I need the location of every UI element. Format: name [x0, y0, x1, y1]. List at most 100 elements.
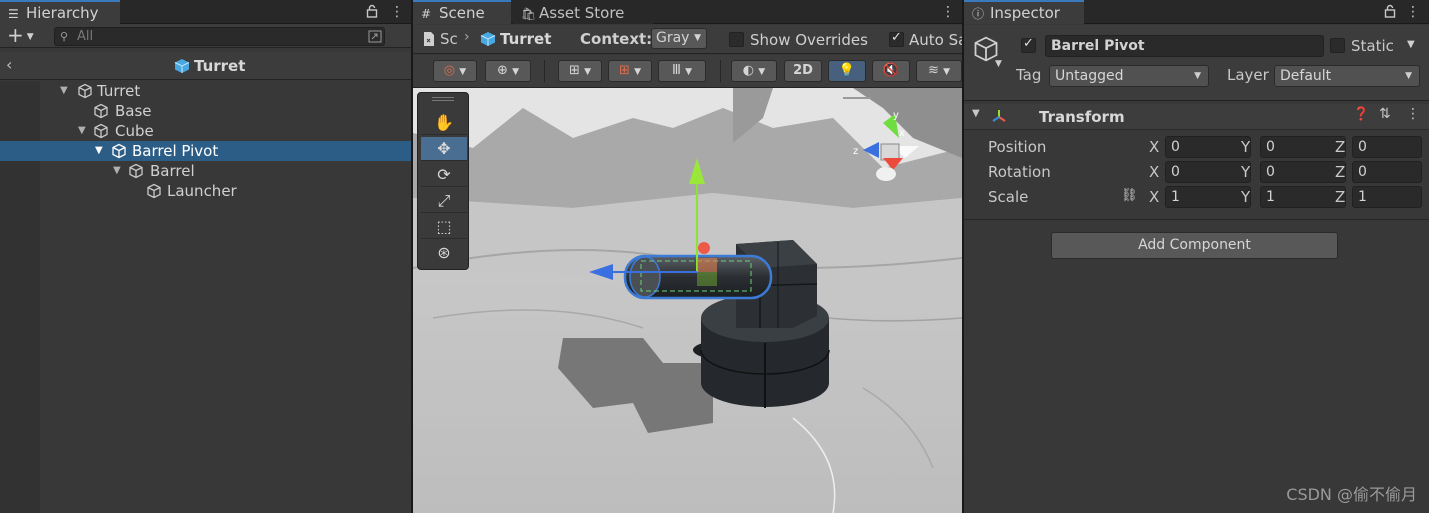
layer-label: Layer — [1227, 66, 1269, 84]
auto-save-checkbox[interactable] — [889, 30, 904, 47]
effects-dropdown[interactable]: ≋ ▼ — [916, 60, 962, 82]
shopping-bag-icon: 🛍 — [521, 7, 537, 21]
2d-mode-button[interactable]: 2D — [784, 60, 822, 82]
position-z-field[interactable]: 0 — [1352, 136, 1422, 158]
rotation-y-field[interactable]: 0 — [1260, 161, 1346, 183]
gameobject-cube-icon — [78, 83, 92, 99]
globe-icon: ⊕ — [497, 63, 508, 78]
kebab-menu-icon[interactable]: ⋮ — [941, 3, 955, 21]
position-x-field[interactable]: 0 — [1165, 136, 1251, 158]
prefab-cube-icon — [174, 59, 190, 73]
object-name-field[interactable]: Barrel Pivot — [1045, 35, 1324, 57]
scene-viewport[interactable]: y z x ✋ ✥ ⟳ ⤢ ⬚ ⊛ — [413, 88, 962, 513]
lighting-toggle-button[interactable]: 💡 — [828, 60, 866, 82]
expand-arrow-icon[interactable]: ▼ — [95, 141, 107, 161]
rotation-x-field[interactable]: 0 — [1165, 161, 1251, 183]
tree-item-launcher[interactable]: Launcher — [0, 181, 411, 201]
scene-render: y z x — [413, 88, 962, 513]
tree-item-cube[interactable]: ▼ Cube — [0, 121, 411, 141]
collapse-arrow-icon[interactable]: ▼ — [972, 108, 980, 119]
lock-icon[interactable] — [1384, 4, 1396, 18]
tree-item-barrel-pivot[interactable]: ▼ Barrel Pivot — [0, 141, 411, 161]
add-button[interactable]: + ▼ — [7, 24, 34, 48]
grid-visibility-dropdown[interactable]: Ⅲ ▼ — [658, 60, 706, 82]
scale-x-field[interactable]: 1 — [1165, 186, 1251, 208]
position-x-label[interactable]: X — [1149, 136, 1159, 158]
position-z-label[interactable]: Z — [1335, 136, 1345, 158]
help-icon[interactable]: ❓ — [1353, 107, 1369, 122]
position-y-field[interactable]: 0 — [1260, 136, 1346, 158]
component-kebab-icon[interactable]: ⋮ — [1406, 106, 1420, 122]
hand-tool-button[interactable]: ✋ — [421, 111, 467, 135]
scale-z-field[interactable]: 1 — [1352, 186, 1422, 208]
chevron-down-icon: ▼ — [694, 33, 701, 43]
breadcrumb-prefab[interactable]: Turret — [500, 30, 551, 48]
transform-axes-icon — [992, 110, 1006, 122]
preset-sliders-icon[interactable]: ⇅ — [1379, 106, 1391, 122]
tab-asset-store[interactable]: 🛍 Asset Store — [513, 0, 653, 24]
rotation-y-label[interactable]: Y — [1241, 161, 1250, 183]
grid-snapping-dropdown[interactable]: ⊞ ▼ — [558, 60, 602, 82]
kebab-menu-icon[interactable]: ⋮ — [1406, 3, 1420, 21]
add-component-button[interactable]: Add Component — [1051, 232, 1338, 259]
transform-component-header[interactable]: ▼ Transform ❓ ⇅ ⋮ — [964, 104, 1429, 130]
breadcrumb-scene[interactable]: Sc — [440, 30, 458, 48]
drag-handle-icon[interactable] — [432, 97, 454, 101]
tree-item-base[interactable]: Base — [0, 101, 411, 121]
search-input[interactable]: ⚲ All — [54, 27, 385, 46]
svg-text:x: x — [899, 128, 905, 139]
global-local-toggle[interactable]: ⊕ ▼ — [485, 60, 531, 82]
constrain-proportions-link-icon[interactable]: ⛓ — [1121, 188, 1138, 203]
position-label: Position — [988, 138, 1047, 156]
show-overrides-label: Show Overrides — [750, 31, 868, 49]
position-y-label[interactable]: Y — [1241, 136, 1250, 158]
scale-x-label[interactable]: X — [1149, 186, 1159, 208]
lock-icon[interactable] — [366, 4, 378, 18]
tag-dropdown[interactable]: Untagged — [1049, 65, 1209, 87]
rotation-label: Rotation — [988, 163, 1051, 181]
tree-item-turret[interactable]: ▼ Turret — [0, 81, 411, 101]
rotate-tool-button[interactable]: ⟳ — [421, 163, 467, 187]
static-dropdown-arrow-icon[interactable]: ▼ — [1407, 39, 1415, 50]
rotation-z-field[interactable]: 0 — [1352, 161, 1422, 183]
scale-y-label[interactable]: Y — [1241, 186, 1250, 208]
expand-arrow-icon[interactable]: ▼ — [78, 121, 90, 141]
kebab-menu-icon[interactable]: ⋮ — [390, 3, 404, 21]
rotation-z-label[interactable]: Z — [1335, 161, 1345, 183]
expand-arrow-icon[interactable]: ▼ — [113, 161, 125, 181]
static-checkbox[interactable] — [1330, 38, 1345, 53]
draw-mode-dropdown[interactable]: ◎ ▼ — [433, 60, 477, 82]
rotate-icon: ⟳ — [437, 165, 451, 184]
breadcrumb-separator-icon: › — [464, 29, 470, 45]
active-checkbox[interactable] — [1021, 36, 1036, 53]
search-options-icon[interactable] — [368, 30, 382, 43]
layer-dropdown[interactable]: Default — [1274, 65, 1420, 87]
context-dropdown[interactable]: Gray ▼ — [651, 28, 707, 49]
rect-transform-icon: ⬚ — [436, 217, 452, 236]
back-chevron-icon[interactable]: ‹ — [6, 55, 12, 74]
rect-tool-button[interactable]: ⬚ — [421, 215, 467, 239]
rotation-x-label[interactable]: X — [1149, 161, 1159, 183]
show-overrides-checkbox[interactable] — [729, 32, 744, 47]
scale-z-label[interactable]: Z — [1335, 186, 1345, 208]
scale-tool-button[interactable]: ⤢ — [421, 189, 467, 213]
tab-hierarchy[interactable]: ☰ Hierarchy — [0, 0, 120, 24]
move-arrows-icon: ✥ — [437, 139, 451, 158]
tree-item-barrel[interactable]: ▼ Barrel — [0, 161, 411, 181]
tab-inspector[interactable]: ⓘ Inspector — [964, 0, 1084, 24]
move-tool-button[interactable]: ✥ — [421, 137, 467, 161]
transform-tool-button[interactable]: ⊛ — [421, 241, 467, 265]
shading-mode-dropdown[interactable]: ◐ ▼ — [731, 60, 777, 82]
scene-toolbar: ◎ ▼ ⊕ ▼ ⊞ ▼ ⊞ ▼ Ⅲ ▼ ◐ ▼ 2D 💡 🔇 ≋ ▼ — [413, 55, 962, 88]
ruler-icon: Ⅲ — [671, 63, 681, 78]
svg-text:y: y — [893, 110, 899, 121]
expand-arrow-icon[interactable]: ▼ — [60, 81, 72, 101]
grid-snap-icon: ⊞ — [569, 63, 580, 78]
increment-snap-dropdown[interactable]: ⊞ ▼ — [608, 60, 652, 82]
scale-y-field[interactable]: 1 — [1260, 186, 1346, 208]
icon-dropdown-arrow-icon[interactable]: ▼ — [995, 59, 1002, 69]
tab-scene[interactable]: # Scene — [413, 0, 511, 24]
auto-save-label: Auto Sa — [909, 31, 962, 49]
hand-icon: ✋ — [434, 113, 454, 132]
audio-toggle-button[interactable]: 🔇 — [872, 60, 910, 82]
